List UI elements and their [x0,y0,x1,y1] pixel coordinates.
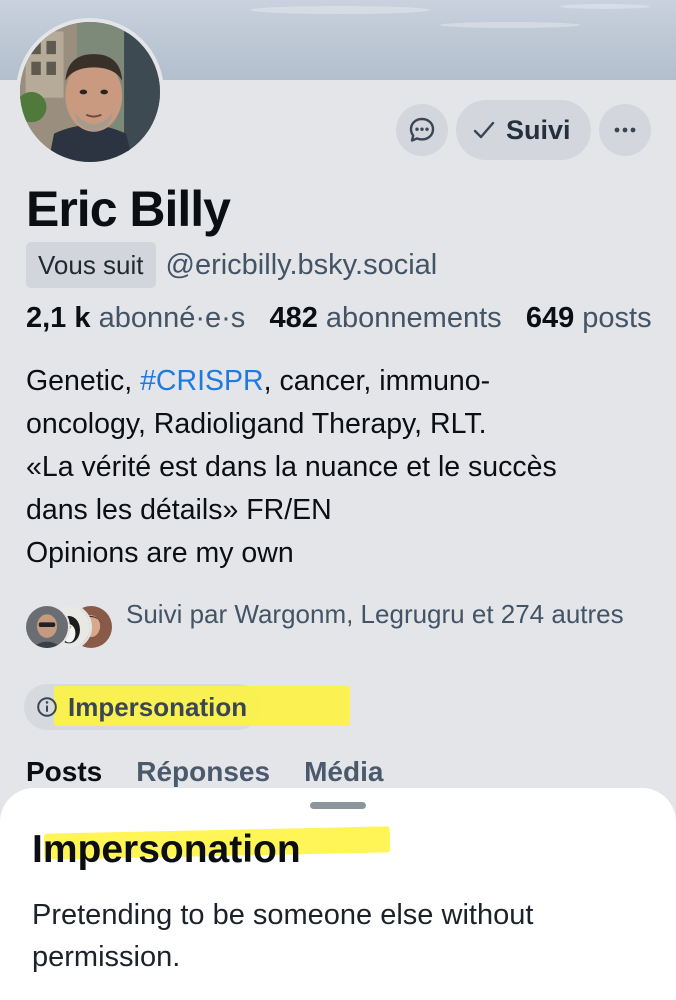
tab-replies[interactable]: Réponses [136,756,270,788]
posts-stat: 649 posts [526,302,652,334]
following-stat[interactable]: 482 abonnements [269,302,501,334]
message-button[interactable] [396,104,448,156]
sheet-description: Pretending to be someone else without pe… [32,899,534,973]
display-name: Eric Billy [26,181,231,237]
posts-label: posts [582,302,652,334]
moderation-label-text: Impersonation [68,691,248,722]
label-details-sheet: Impersonation Pretending to be someone e… [0,788,676,1000]
follows-you-badge: Vous suit [26,242,156,288]
profile-stats: 2,1 k abonné·e·s 482 abonnements 649 pos… [26,302,652,335]
banner-texture [560,4,650,9]
known-followers[interactable]: Suivi par Wargonm, Legrugru et 274 autre… [24,596,626,654]
user-handle[interactable]: @ericbilly.bsky.social [166,249,438,282]
posts-count: 649 [525,302,575,334]
chat-bubble-icon [409,117,435,142]
known-followers-avatars [24,604,114,654]
followers-stat[interactable]: 2,1 k abonné·e·s [26,302,245,334]
following-button-label: Suivi [506,114,571,145]
sheet-title-wrap: Impersonation [32,826,391,872]
hashtag-link[interactable]: #CRISPR [140,365,264,397]
following-button[interactable]: Suivi [456,100,591,160]
moderation-label-chip[interactable]: Impersonation [24,684,350,730]
sheet-drag-handle[interactable] [310,802,366,809]
tab-posts[interactable]: Posts [26,756,102,788]
followers-label: abonné·e·s [98,302,246,334]
profile-avatar[interactable] [16,18,164,166]
profile-tabs: Posts Réponses Média [26,756,383,788]
bio-line: oncology, Radioligand Therapy, RLT. [26,408,487,440]
bio-line: dans les détails» FR/EN [26,494,332,526]
banner-texture [440,22,580,28]
profile-bio: Genetic, #CRISPR, cancer, immuno- oncolo… [26,360,656,575]
follower-avatar [24,604,70,650]
following-label: abonnements [325,302,502,334]
bio-line: Genetic, #CRISPR, cancer, immuno- [26,360,656,403]
checkmark-icon [473,121,495,139]
more-options-button[interactable] [598,104,651,156]
followers-count: 2,1 k [26,302,91,334]
handle-row: Vous suit @ericbilly.bsky.social [26,242,437,288]
tab-media[interactable]: Média [304,756,383,788]
bio-text: Genetic, [26,365,141,397]
bio-line: Opinions are my own [26,537,294,569]
bio-text: , cancer, immuno- [263,365,491,397]
banner-texture [250,6,430,14]
sheet-title: Impersonation [32,828,301,871]
bio-line: «La vérité est dans la nuance et le succ… [26,451,557,483]
following-count: 482 [269,302,318,334]
profile-actions: Suivi [396,100,651,160]
known-followers-text: Suivi par Wargonm, Legrugru et 274 autre… [126,599,624,629]
avatar-photo [20,22,160,162]
info-icon [37,697,57,717]
ellipsis-icon [614,127,635,133]
